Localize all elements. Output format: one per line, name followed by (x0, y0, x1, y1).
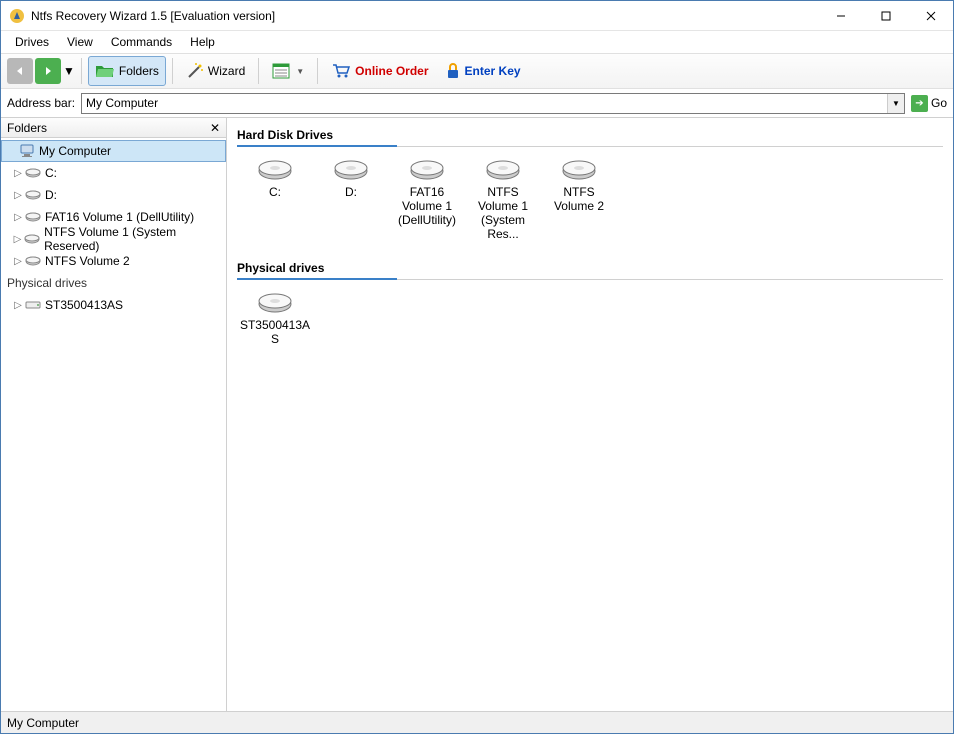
maximize-button[interactable] (863, 1, 908, 30)
tree-drive-d[interactable]: ▷ D: (1, 184, 226, 206)
expand-icon[interactable]: ▷ (11, 212, 25, 223)
menu-help[interactable]: Help (182, 33, 223, 51)
physical-drive-icon (25, 297, 41, 313)
expand-icon[interactable]: ▷ (11, 234, 24, 245)
go-button[interactable]: ➔ Go (911, 93, 947, 114)
hdd-icon (25, 253, 41, 269)
enter-key-button[interactable]: Enter Key (438, 56, 528, 86)
drive-c-item[interactable]: C: (237, 153, 313, 245)
window-title: Ntfs Recovery Wizard 1.5 [Evaluation ver… (31, 9, 818, 23)
hdd-icon (25, 165, 41, 181)
close-button[interactable] (908, 1, 953, 30)
hdd-icon (561, 157, 597, 181)
nav-history-dropdown[interactable]: ▼ (63, 64, 75, 78)
tree-drive-c[interactable]: ▷ C: (1, 162, 226, 184)
hdd-items: C: D: FAT16 Volume 1 (DellUtility) NTFS … (237, 153, 943, 245)
app-icon (9, 8, 25, 24)
expand-icon[interactable]: ▷ (11, 300, 25, 311)
drive-d-item[interactable]: D: (313, 153, 389, 245)
address-dropdown[interactable]: ▼ (887, 94, 904, 113)
expand-icon[interactable]: ▷ (11, 168, 25, 179)
hdd-icon (25, 209, 41, 225)
folder-tree: My Computer ▷ C: ▷ D: ▷ FAT16 Volume 1 (… (1, 138, 226, 711)
menu-view[interactable]: View (59, 33, 101, 51)
address-bar-row: Address bar: ▼ ➔ Go (1, 89, 953, 117)
expand-icon[interactable]: ▷ (11, 190, 25, 201)
folders-button[interactable]: Folders (88, 56, 166, 86)
list-view-icon (272, 63, 290, 79)
forward-button[interactable] (35, 58, 61, 84)
menu-commands[interactable]: Commands (103, 33, 180, 51)
computer-icon (19, 143, 35, 159)
folders-panel-header: Folders ✕ (1, 118, 226, 138)
back-button[interactable] (7, 58, 33, 84)
toolbar: ▼ Folders Wizard ▼ Online Order Enter Ke… (1, 53, 953, 89)
hdd-icon (409, 157, 445, 181)
view-mode-button[interactable]: ▼ (265, 56, 311, 86)
hdd-icon (485, 157, 521, 181)
menu-drives[interactable]: Drives (7, 33, 57, 51)
expand-icon[interactable]: ▷ (11, 256, 25, 267)
hdd-icon (333, 157, 369, 181)
folders-panel: Folders ✕ My Computer ▷ C: ▷ D: (1, 118, 227, 711)
titlebar: Ntfs Recovery Wizard 1.5 [Evaluation ver… (1, 1, 953, 31)
tree-volume-ntfs2[interactable]: ▷ NTFS Volume 2 (1, 250, 226, 272)
padlock-icon (445, 62, 461, 80)
status-text: My Computer (7, 716, 79, 730)
hdd-icon (25, 187, 41, 203)
hdd-icon (257, 157, 293, 181)
address-combo[interactable]: ▼ (81, 93, 905, 114)
menubar: Drives View Commands Help (1, 31, 953, 53)
folders-panel-close[interactable]: ✕ (210, 121, 220, 135)
online-order-button[interactable]: Online Order (324, 56, 435, 86)
volume-fat16-item[interactable]: FAT16 Volume 1 (DellUtility) (389, 153, 465, 245)
wizard-button[interactable]: Wizard (179, 56, 252, 86)
wand-icon (186, 62, 204, 80)
cart-icon (331, 63, 351, 79)
statusbar: My Computer (1, 711, 953, 733)
physical-section-header: Physical drives (237, 255, 943, 280)
content-area: Hard Disk Drives C: D: FAT16 Volume 1 (D… (227, 118, 953, 711)
folder-open-icon (95, 63, 115, 79)
volume-ntfs1-item[interactable]: NTFS Volume 1 (System Res... (465, 153, 541, 245)
tree-physical-header: Physical drives (1, 272, 226, 294)
address-input[interactable] (82, 94, 887, 113)
physical-drive-item[interactable]: ST3500413AS (237, 286, 313, 350)
tree-volume-ntfs1[interactable]: ▷ NTFS Volume 1 (System Reserved) (1, 228, 226, 250)
tree-physical-drive[interactable]: ▷ ST3500413AS (1, 294, 226, 316)
tree-root-my-computer[interactable]: My Computer (1, 140, 226, 162)
physical-items: ST3500413AS (237, 286, 943, 350)
minimize-button[interactable] (818, 1, 863, 30)
address-label: Address bar: (7, 96, 75, 110)
volume-ntfs2-item[interactable]: NTFS Volume 2 (541, 153, 617, 245)
go-arrow-icon: ➔ (911, 95, 928, 112)
physical-drive-icon (257, 290, 293, 314)
hdd-icon (24, 231, 40, 247)
hdd-section-header: Hard Disk Drives (237, 122, 943, 147)
